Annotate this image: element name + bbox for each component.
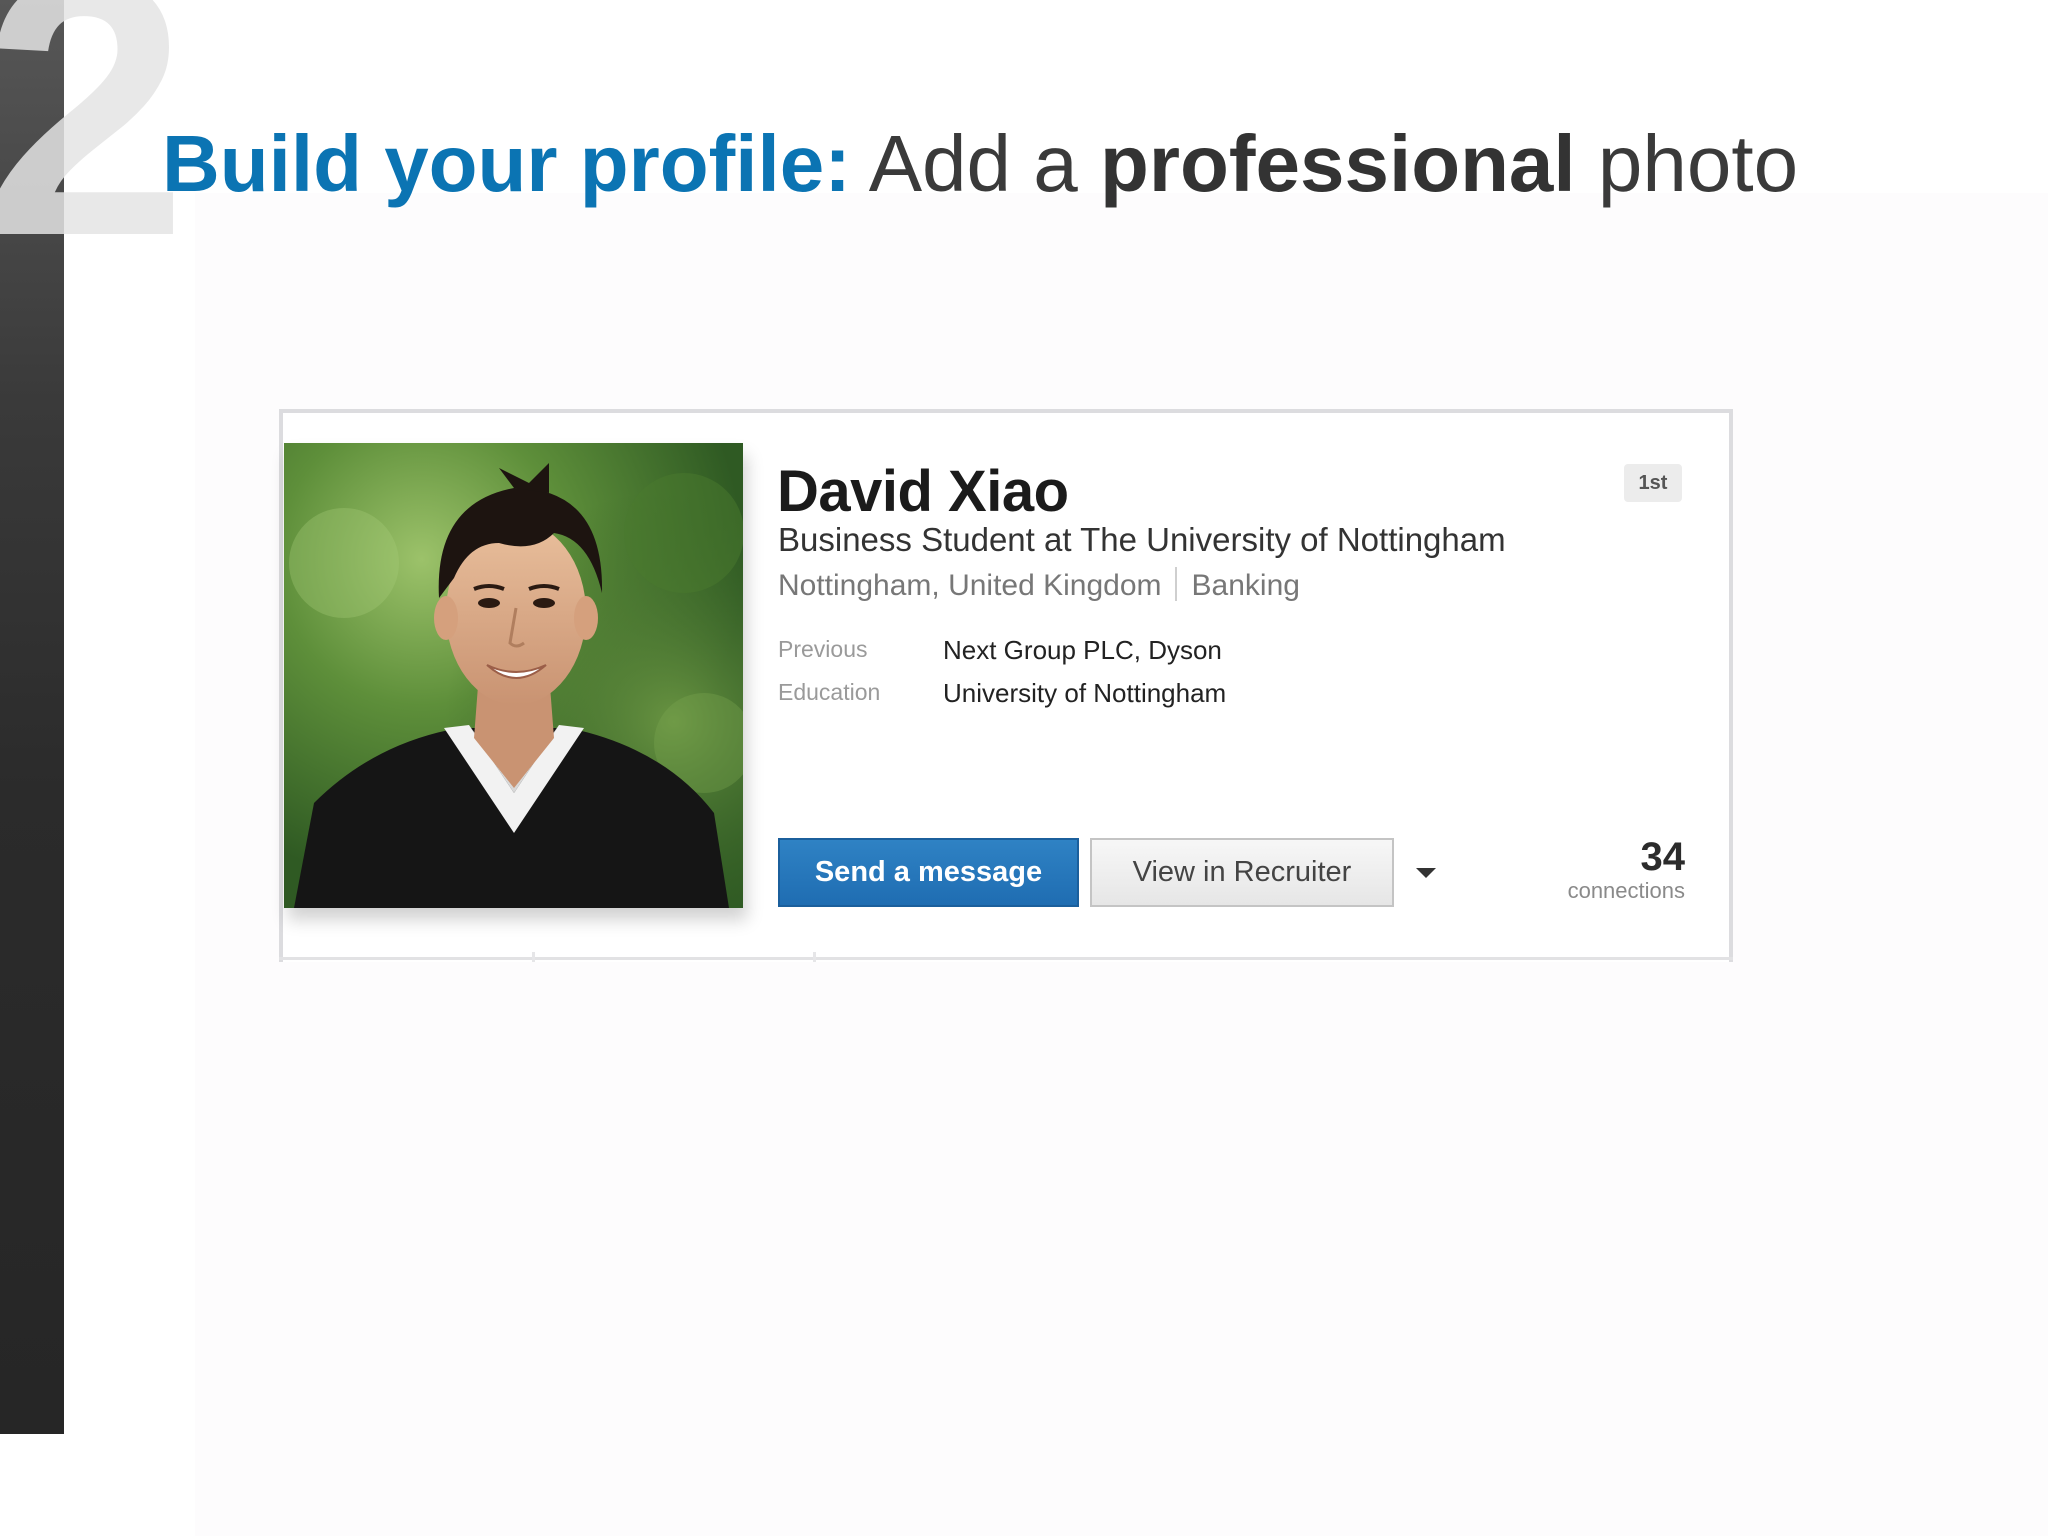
education-value[interactable]: University of Nottingham: [943, 677, 1226, 709]
connections-count: 34: [1640, 835, 1686, 879]
slide-title-accent: Build your profile:: [162, 119, 851, 208]
send-message-button[interactable]: Send a message: [778, 838, 1079, 907]
profile-headline: Business Student at The University of No…: [778, 521, 1506, 558]
connection-degree-badge: 1st: [1624, 464, 1682, 502]
slide-title: Build your profile: Add a professional p…: [162, 116, 1798, 212]
previous-label: Previous: [778, 636, 868, 662]
profile-meta: Nottingham, United Kingdom Banking: [778, 567, 1300, 605]
slide-title-part2: photo: [1597, 119, 1799, 208]
profile-photo[interactable]: [284, 443, 743, 908]
card-divider: [279, 957, 1733, 960]
slide-number: 2: [0, 0, 188, 313]
profile-name: David Xiao: [777, 459, 1069, 524]
profile-photo-image: [284, 443, 743, 908]
previous-value[interactable]: Next Group PLC, Dyson: [943, 634, 1222, 666]
view-in-recruiter-button[interactable]: View in Recruiter: [1090, 838, 1394, 907]
chevron-down-icon[interactable]: [1413, 860, 1439, 886]
education-label: Education: [778, 679, 881, 705]
profile-industry: Banking: [1191, 569, 1300, 602]
tab-divider: [532, 952, 535, 962]
connections-label: connections: [1567, 878, 1685, 903]
meta-divider: [1174, 567, 1177, 601]
slide-title-bold: professional: [1099, 119, 1576, 208]
slide-title-part1: Add a: [868, 119, 1078, 208]
tab-divider: [813, 952, 816, 962]
profile-location: Nottingham, United Kingdom: [778, 569, 1162, 602]
